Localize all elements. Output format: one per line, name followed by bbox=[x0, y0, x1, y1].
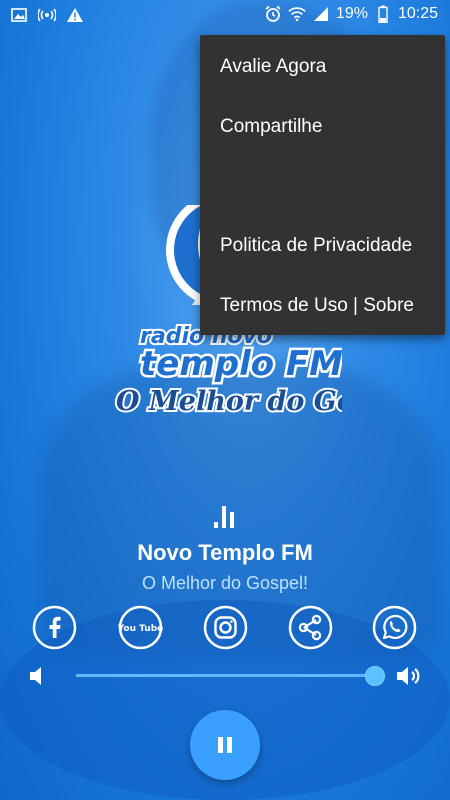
youtube-icon: You Tube bbox=[117, 605, 163, 650]
wifi-icon bbox=[288, 5, 306, 23]
menu-item-compartilhe[interactable]: Compartilhe bbox=[220, 116, 322, 138]
whatsapp-button[interactable] bbox=[372, 605, 417, 650]
logo-line2: templo FM bbox=[140, 344, 342, 384]
hotspot-icon bbox=[38, 6, 56, 24]
station-slogan: O Melhor do Gospel! bbox=[141, 573, 309, 593]
youtube-button[interactable]: You Tube bbox=[117, 605, 163, 650]
signal-icon bbox=[312, 5, 330, 23]
pause-button[interactable] bbox=[190, 710, 260, 780]
pause-icon bbox=[218, 737, 232, 753]
facebook-button[interactable] bbox=[32, 605, 77, 650]
logo-tagline: O Melhor do Gospel bbox=[116, 386, 342, 417]
alarm-icon bbox=[264, 5, 282, 23]
menu-item-privacidade[interactable]: Politica de Privacidade bbox=[220, 235, 412, 257]
volume-high-icon bbox=[395, 664, 425, 688]
instagram-button[interactable] bbox=[203, 605, 248, 650]
menu-item-empty[interactable] bbox=[220, 176, 420, 200]
station-name: Novo Templo FM bbox=[137, 540, 313, 565]
clock: 10:25 bbox=[397, 5, 438, 22]
svg-text:You Tube: You Tube bbox=[118, 624, 163, 634]
menu-item-avalie[interactable]: Avalie Agora bbox=[220, 56, 326, 78]
battery-icon bbox=[374, 5, 392, 23]
volume-slider-track[interactable] bbox=[76, 674, 374, 677]
battery-percent: 19% bbox=[335, 5, 368, 22]
share-button[interactable] bbox=[288, 605, 333, 650]
volume-slider-thumb[interactable] bbox=[365, 666, 385, 686]
warning-icon bbox=[66, 6, 84, 24]
volume-low-icon bbox=[28, 664, 48, 688]
app-screen: 19% 10:25 radio novo templo FM O Melhor … bbox=[0, 0, 450, 800]
menu-item-termos[interactable]: Termos de Uso | Sobre bbox=[220, 295, 414, 317]
status-bar: 19% 10:25 bbox=[0, 0, 450, 30]
share-icon bbox=[288, 605, 333, 650]
overflow-menu: Avalie Agora Compartilhe Politica de Pri… bbox=[200, 35, 445, 335]
instagram-icon bbox=[203, 605, 248, 650]
image-icon bbox=[10, 6, 28, 24]
whatsapp-icon bbox=[372, 605, 417, 650]
equalizer-icon bbox=[213, 504, 239, 528]
facebook-icon bbox=[32, 605, 77, 650]
